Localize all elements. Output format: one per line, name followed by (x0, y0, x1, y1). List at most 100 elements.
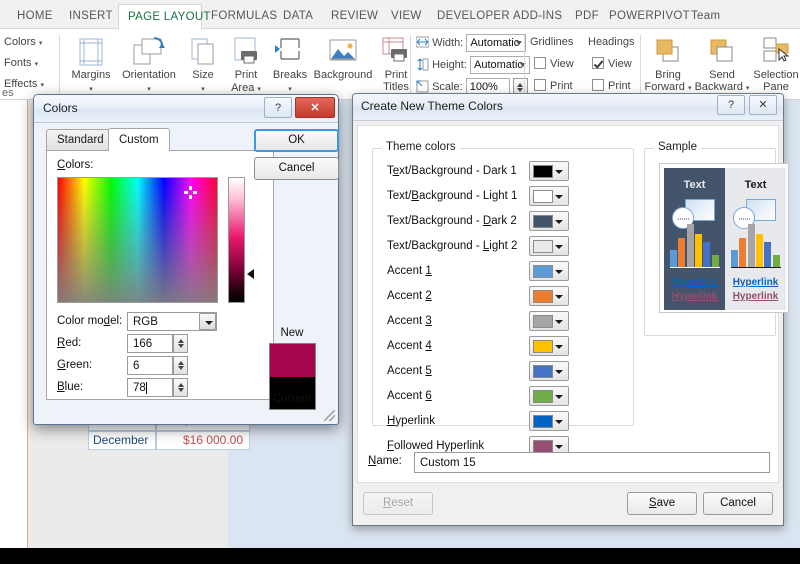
gridlines-view-checkbox[interactable]: View (534, 55, 574, 74)
ribbon-tab-home[interactable]: HOME (8, 4, 60, 29)
height-input[interactable]: Automatic (470, 56, 530, 74)
chevron-down-icon[interactable] (555, 245, 563, 249)
green-input[interactable]: 6 (127, 356, 173, 375)
theme-color-swatch-button[interactable] (529, 411, 569, 431)
headings-title: Headings (588, 33, 634, 52)
bring-forward-button[interactable]: Bring Forward ▾ (642, 33, 694, 94)
cancel-button[interactable]: Cancel (254, 157, 339, 180)
colors-dialog-title-bar[interactable]: Colors ? ✕ (34, 95, 338, 123)
theme-color-label: Accent 5 (387, 359, 637, 383)
sample-followed-hyperlink-dark: Hyperlink (664, 291, 725, 302)
height-label: Height: (432, 59, 467, 71)
chevron-down-icon[interactable] (555, 395, 563, 399)
chevron-down-icon[interactable] (199, 313, 216, 330)
cancel-button[interactable]: Cancel (703, 492, 773, 515)
close-icon[interactable]: ✕ (749, 95, 777, 115)
print-area-label-1: Print (224, 70, 268, 82)
save-button[interactable]: Save (627, 492, 697, 515)
tab-standard[interactable]: Standard (46, 129, 115, 150)
headings-view-checkbox[interactable]: View (592, 55, 632, 74)
send-backward-button[interactable]: Send Backward ▾ (694, 33, 750, 94)
close-icon[interactable]: ✕ (295, 97, 335, 118)
ribbon-tab-pdf[interactable]: PDF (566, 4, 600, 29)
red-input[interactable]: 166 (127, 334, 173, 353)
theme-color-swatch-button[interactable] (529, 236, 569, 256)
theme-colors-dropdown[interactable]: Colors ▾ (4, 32, 44, 53)
ribbon-tab-powerpivot[interactable]: POWERPIVOT (600, 4, 682, 29)
green-stepper[interactable] (173, 356, 188, 375)
theme-color-swatch-button[interactable] (529, 186, 569, 206)
ribbon-body: Colors ▾ Fonts ▾ Effects ▾ (0, 29, 800, 100)
sample-bar (670, 250, 677, 268)
help-icon[interactable]: ? (264, 97, 292, 118)
chevron-down-icon[interactable] (555, 445, 563, 449)
reset-button[interactable]: Reset (363, 492, 433, 515)
sample-bars-light (731, 220, 781, 268)
table-cell-month[interactable]: December (88, 431, 156, 450)
ribbon-tab-review[interactable]: REVIEW (322, 4, 382, 29)
red-stepper[interactable] (173, 334, 188, 353)
sample-text-light: Text (725, 179, 786, 191)
width-label: Width: (432, 37, 463, 49)
help-icon[interactable]: ? (717, 95, 745, 115)
width-input[interactable]: Automatic (466, 34, 526, 52)
chevron-down-icon[interactable] (555, 195, 563, 199)
ribbon-tab-developer[interactable]: DEVELOPER (428, 4, 504, 29)
ribbon-tab-data[interactable]: DATA (274, 4, 322, 29)
ok-button[interactable]: OK (254, 129, 339, 152)
luminance-slider[interactable] (228, 177, 245, 303)
current-color-label: Current (262, 393, 322, 405)
screenshot-root: HOMEINSERTPAGE LAYOUTFORMULASDATAREVIEWV… (0, 0, 800, 564)
scale-value: 100% (470, 81, 498, 93)
tab-custom[interactable]: Custom (108, 128, 170, 151)
print-titles-label-1: Print (374, 70, 418, 82)
chevron-down-icon[interactable] (555, 420, 563, 424)
color-model-dropdown[interactable]: RGB (127, 312, 217, 331)
theme-color-swatch-button[interactable] (529, 261, 569, 281)
theme-name-input[interactable]: Custom 15 (414, 452, 770, 473)
ribbon-tab-view[interactable]: VIEW (382, 4, 428, 29)
table-cell-amount[interactable]: $16 000.00 (156, 431, 250, 450)
chevron-down-icon[interactable] (555, 345, 563, 349)
margins-button[interactable]: Margins ▾ (64, 33, 118, 94)
checkbox-box (534, 57, 546, 69)
luminance-slider-marker[interactable] (247, 269, 254, 279)
ribbon-tab-page-layout[interactable]: PAGE LAYOUT (118, 4, 202, 30)
theme-color-swatch-button[interactable] (529, 311, 569, 331)
ribbon-tab-add-ins[interactable]: ADD-INS (504, 4, 566, 29)
chevron-down-icon[interactable] (555, 220, 563, 224)
sample-bar (695, 234, 702, 268)
theme-color-swatch-button[interactable] (529, 336, 569, 356)
color-gradient-picker[interactable] (57, 177, 218, 303)
ribbon-tab-team[interactable]: Team (682, 4, 726, 29)
theme-color-swatch-button[interactable] (529, 286, 569, 306)
background-button[interactable]: Background (312, 33, 374, 82)
chevron-down-icon[interactable] (555, 295, 563, 299)
theme-color-swatch-button[interactable] (529, 361, 569, 381)
ribbon-tab-formulas[interactable]: FORMULAS (202, 4, 274, 29)
new-color-swatch (270, 344, 315, 377)
print-titles-button[interactable]: Print Titles (374, 33, 418, 93)
chevron-down-icon[interactable] (555, 320, 563, 324)
height-row: Height: Automatic (416, 55, 530, 76)
dialog-title-bar[interactable]: Create New Theme Colors ? ✕ (353, 94, 783, 121)
size-button[interactable]: Size ▾ (182, 33, 224, 94)
width-icon (416, 36, 429, 57)
resize-grip[interactable] (324, 410, 335, 421)
selection-pane-button[interactable]: Selection Pane (750, 33, 800, 93)
orientation-button[interactable]: Orientation ▾ (118, 33, 180, 94)
breaks-button[interactable]: Breaks ▾ (268, 33, 312, 94)
blue-input[interactable]: 78​ (127, 378, 173, 397)
theme-color-swatch-button[interactable] (529, 161, 569, 181)
theme-fonts-dropdown[interactable]: Fonts ▾ (4, 53, 44, 74)
scale-label: Scale: (432, 81, 463, 93)
theme-color-swatch-button[interactable] (529, 211, 569, 231)
chevron-down-icon[interactable] (555, 170, 563, 174)
chevron-down-icon[interactable] (555, 370, 563, 374)
print-area-button[interactable]: Print Area ▾ (224, 33, 268, 95)
blue-stepper[interactable] (173, 378, 188, 397)
theme-color-swatch-button[interactable] (529, 386, 569, 406)
ribbon-tab-insert[interactable]: INSERT (60, 4, 118, 29)
bring-forward-icon (642, 35, 694, 69)
chevron-down-icon[interactable] (555, 270, 563, 274)
